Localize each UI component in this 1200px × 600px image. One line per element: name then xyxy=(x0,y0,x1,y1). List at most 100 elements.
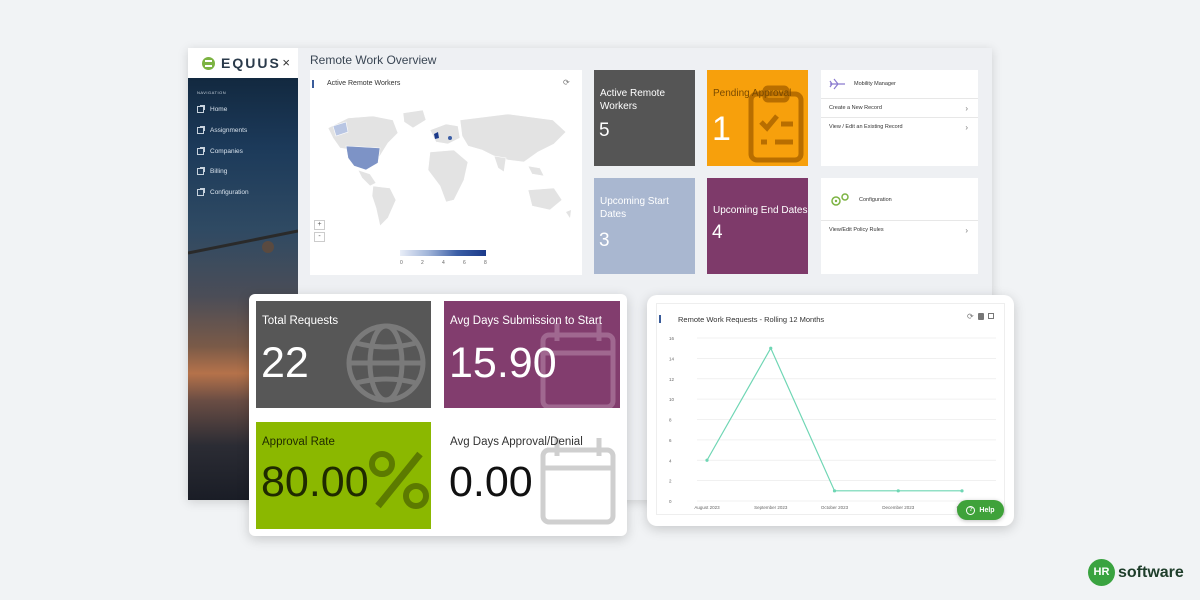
sidebar-item-label: Companies xyxy=(210,148,243,155)
tile-value: 5 xyxy=(599,120,610,141)
tile-value: 3 xyxy=(599,230,610,251)
stats-card: Total Requests 22 Avg Days Submission to… xyxy=(249,294,627,536)
stat-value: 80.00 xyxy=(261,458,369,506)
avg-days-submission-tile[interactable]: Avg Days Submission to Start 15.90 xyxy=(444,301,620,408)
create-new-record-link[interactable]: Create a New Record › xyxy=(821,98,978,117)
scale-tick: 6 xyxy=(463,260,466,266)
tile-value: 4 xyxy=(712,222,723,243)
data-point[interactable] xyxy=(832,489,837,493)
avg-days-approval-tile[interactable]: Avg Days Approval/Denial 0.00 xyxy=(444,422,620,529)
tile-label: Pending Approval xyxy=(713,88,792,99)
external-link-icon xyxy=(197,188,205,196)
view-edit-policy-rules-link[interactable]: View/Edit Policy Rules › xyxy=(821,220,978,239)
total-requests-tile[interactable]: Total Requests 22 xyxy=(256,301,431,408)
x-tick-label: August 2023 xyxy=(694,505,720,510)
scale-tick: 8 xyxy=(484,260,487,266)
stat-label: Avg Days Approval/Denial xyxy=(450,436,583,448)
chevron-right-icon: › xyxy=(965,104,968,113)
sidebar-item-configuration[interactable]: Configuration xyxy=(197,188,249,196)
brand-name: EQUUS xyxy=(221,55,281,71)
mobility-manager-header: Mobility Manager xyxy=(829,78,896,90)
world-map[interactable] xyxy=(318,108,576,228)
requests-chart-card: Remote Work Requests - Rolling 12 Months… xyxy=(647,295,1014,526)
configuration-title: Configuration xyxy=(859,197,892,203)
configuration-panel: Configuration View/Edit Policy Rules › xyxy=(821,178,978,274)
data-point[interactable] xyxy=(769,346,773,350)
y-tick-label: 0 xyxy=(669,499,672,504)
y-tick-label: 4 xyxy=(669,458,672,463)
zoom-in-button[interactable]: + xyxy=(314,220,325,230)
page-title: Remote Work Overview xyxy=(310,53,437,67)
external-link-icon xyxy=(197,126,205,134)
sidebar-item-billing[interactable]: Billing xyxy=(197,167,228,175)
tile-value: 1 xyxy=(712,110,731,148)
help-icon: ? xyxy=(966,505,976,515)
external-link-icon xyxy=(197,105,205,113)
mobility-manager-panel: Mobility Manager Create a New Record › V… xyxy=(821,70,978,166)
close-sidebar-button[interactable]: × xyxy=(282,55,290,70)
refresh-icon[interactable]: ⟳ xyxy=(563,78,570,87)
hr-logo-text: software xyxy=(1118,563,1184,581)
gears-icon xyxy=(831,193,849,206)
y-tick-label: 12 xyxy=(669,377,675,382)
x-tick-label: September 2023 xyxy=(754,505,788,510)
active-remote-workers-panel: Active Remote Workers ⟳ + - 0 2 4 6 8 xyxy=(310,70,582,275)
percent-icon xyxy=(369,451,429,509)
data-point[interactable] xyxy=(705,458,709,462)
stat-value: 22 xyxy=(261,339,309,387)
airplane-icon xyxy=(829,78,845,90)
stat-label: Approval Rate xyxy=(262,436,335,448)
stat-label: Avg Days Submission to Start xyxy=(450,315,602,327)
link-label: View/Edit Policy Rules xyxy=(829,227,884,233)
help-label: Help xyxy=(979,506,995,514)
hr-badge: HR xyxy=(1088,559,1115,586)
view-edit-record-link[interactable]: View / Edit an Existing Record › xyxy=(821,117,978,136)
sidebar-item-label: Billing xyxy=(210,168,228,175)
equus-logo-icon xyxy=(202,56,215,70)
scale-tick: 0 xyxy=(400,260,403,266)
approval-rate-tile[interactable]: Approval Rate 80.00 xyxy=(256,422,431,529)
external-link-icon xyxy=(197,167,205,175)
panel-accent xyxy=(312,80,314,88)
help-button[interactable]: ? Help xyxy=(957,500,1004,520)
scale-tick: 2 xyxy=(421,260,424,266)
color-scale-bar xyxy=(400,250,486,256)
upcoming-end-dates-tile[interactable]: Upcoming End Dates 4 xyxy=(707,178,808,274)
sidebar-item-home[interactable]: Home xyxy=(197,105,228,113)
chevron-right-icon: › xyxy=(965,123,968,132)
stat-value: 0.00 xyxy=(449,458,533,506)
data-point[interactable] xyxy=(960,489,964,493)
brand-header: EQUUS × xyxy=(188,48,298,78)
hr-software-logo: HR software xyxy=(1088,559,1184,586)
y-tick-label: 16 xyxy=(669,336,675,341)
calendar-icon xyxy=(540,438,616,525)
pending-approval-tile[interactable]: Pending Approval 1 xyxy=(707,70,808,166)
link-label: Create a New Record xyxy=(829,105,882,111)
external-link-icon xyxy=(197,147,205,155)
zoom-out-button[interactable]: - xyxy=(314,232,325,242)
active-remote-workers-tile[interactable]: Active Remote Workers 5 xyxy=(594,70,695,166)
data-point[interactable] xyxy=(896,489,900,493)
sidebar-item-companies[interactable]: Companies xyxy=(197,147,243,155)
tile-label: Upcoming Start Dates xyxy=(600,196,669,220)
chart-panel: Remote Work Requests - Rolling 12 Months… xyxy=(656,303,1005,515)
x-tick-label: October 2023 xyxy=(821,505,849,510)
sidebar-item-label: Home xyxy=(210,106,228,113)
sidebar-item-assignments[interactable]: Assignments xyxy=(197,126,248,134)
stat-label: Total Requests xyxy=(262,315,339,327)
tile-label: Active Remote Workers xyxy=(600,88,666,112)
sidebar-item-label: Configuration xyxy=(210,189,249,196)
chevron-right-icon: › xyxy=(965,226,968,235)
scale-tick: 4 xyxy=(442,260,445,266)
line-chart[interactable]: 0 2 4 6 8 10 12 14 16 August 2023 September 2023 Oc… xyxy=(657,304,1006,516)
y-tick-label: 10 xyxy=(669,397,675,402)
map-panel-title: Active Remote Workers xyxy=(327,80,401,87)
sidebar-background-decoration xyxy=(188,229,298,255)
globe-icon xyxy=(346,323,426,403)
upcoming-start-dates-tile[interactable]: Upcoming Start Dates 3 xyxy=(594,178,695,274)
y-tick-label: 8 xyxy=(669,418,672,423)
y-tick-label: 6 xyxy=(669,438,672,443)
nav-heading: NAVIGATION xyxy=(197,90,227,95)
configuration-header: Configuration xyxy=(829,192,892,208)
sidebar-item-label: Assignments xyxy=(210,127,248,134)
